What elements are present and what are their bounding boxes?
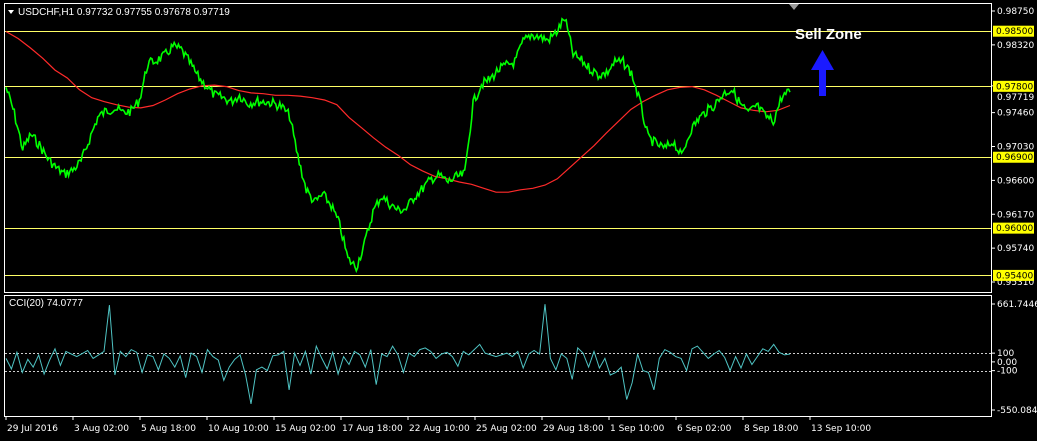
y-tick-label: 0.97460 xyxy=(997,109,1034,119)
x-tick-label: 22 Aug 10:00 xyxy=(409,424,470,434)
arrow-shaft xyxy=(819,66,826,96)
level-label: 0.96900 xyxy=(996,153,1033,163)
x-tick-label: 8 Sep 18:00 xyxy=(744,424,799,434)
y-tick-label: 0.98750 xyxy=(997,7,1034,17)
level-label: 0.98500 xyxy=(996,27,1033,37)
chart-canvas: 0.98750 0.98320 0.97800 0.97460 0.97030 0.966… xyxy=(0,0,1037,441)
y-tick-label: 0.98320 xyxy=(997,41,1034,51)
cci-y-tick-label: -100 xyxy=(997,367,1018,377)
x-tick-label: 5 Aug 18:00 xyxy=(141,424,196,434)
cci-y-tick-label: 661.7446 xyxy=(997,300,1037,310)
y-tick-label: 0.95740 xyxy=(997,244,1034,254)
x-tick-label: 15 Aug 02:00 xyxy=(275,424,336,434)
x-tick-label: 17 Aug 18:00 xyxy=(342,424,403,434)
x-tick-label: 29 Jul 2016 xyxy=(7,424,58,434)
symbol-header: USDCHF,H1 0.97732 0.97755 0.97678 0.9771… xyxy=(18,7,230,18)
x-tick-label: 3 Aug 02:00 xyxy=(74,424,129,434)
x-tick-label: 25 Aug 02:00 xyxy=(476,424,537,434)
level-label: 0.97800 xyxy=(996,82,1033,92)
price-axis-group: 0.98750 0.98320 0.97800 0.97460 0.97030 0.966… xyxy=(991,7,1034,288)
level-label: 0.96000 xyxy=(996,224,1033,234)
x-tick-label: 13 Sep 10:00 xyxy=(811,424,871,434)
sell-zone-label: Sell Zone xyxy=(795,26,862,43)
level-label: 0.95400 xyxy=(996,271,1033,281)
y-tick-label: 0.96170 xyxy=(997,210,1034,220)
y-tick-label: 0.96600 xyxy=(997,176,1034,186)
cci-header: CCI(20) 74.0777 xyxy=(9,298,83,309)
x-tick-label: 29 Aug 18:00 xyxy=(543,424,604,434)
y-tick-label: 0.97030 xyxy=(997,143,1034,153)
cci-y-tick-label: -550.0849 xyxy=(997,406,1037,416)
x-tick-label: 10 Aug 10:00 xyxy=(208,424,269,434)
x-tick-label: 6 Sep 02:00 xyxy=(677,424,732,434)
x-tick-label: 1 Sep 10:00 xyxy=(610,424,665,434)
current-price-label: 0.97719 xyxy=(997,93,1034,103)
